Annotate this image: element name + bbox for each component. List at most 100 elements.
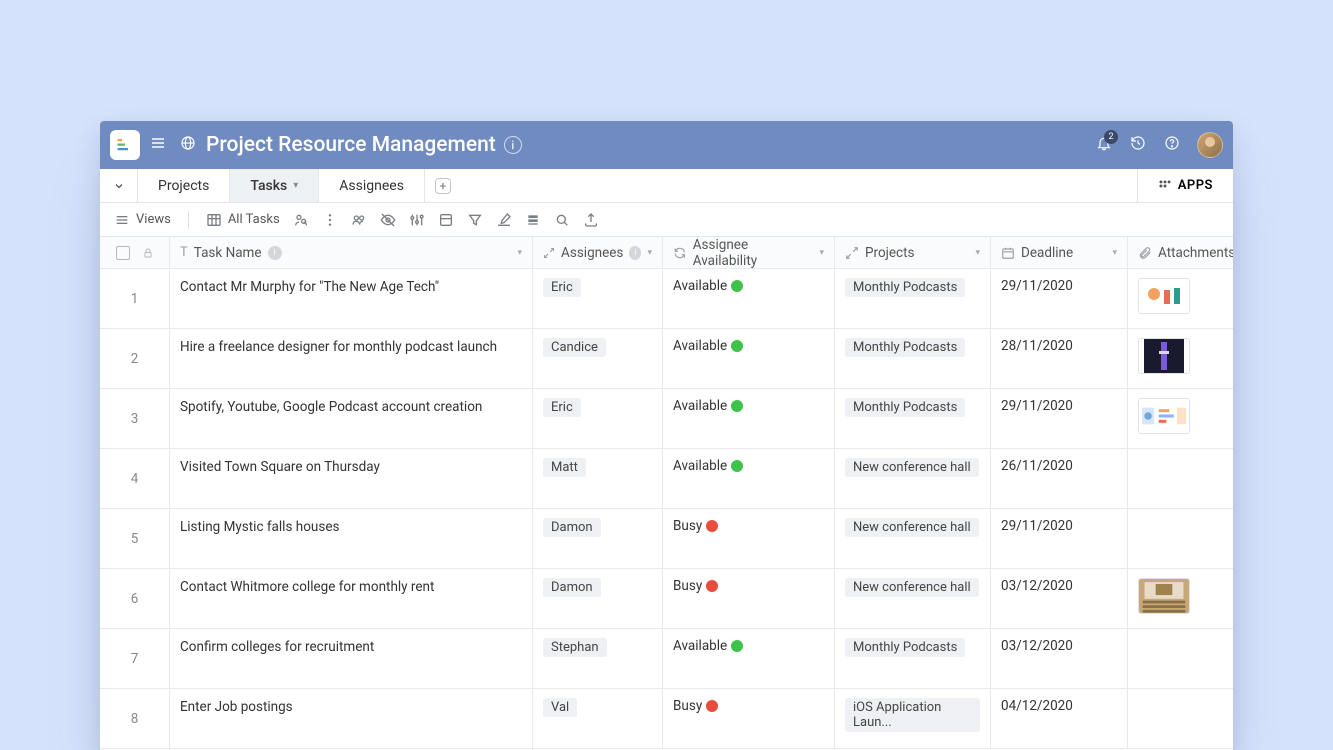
project-chip[interactable]: iOS Application Laun... [845, 698, 980, 732]
attachment-cell[interactable] [1128, 449, 1233, 509]
chevron-down-icon[interactable]: ▾ [293, 180, 298, 191]
assignee-cell[interactable]: Eric [533, 269, 663, 329]
row-number[interactable]: 5 [100, 509, 170, 569]
task-name-cell[interactable]: Contact Mr Murphy for "The New Age Tech" [170, 269, 533, 329]
tab-projects[interactable]: Projects [138, 169, 230, 202]
help-icon[interactable] [1164, 135, 1180, 155]
column-header-projects[interactable]: Projects ▾ [835, 237, 991, 269]
globe-icon[interactable] [180, 135, 196, 155]
deadline-cell[interactable]: 29/11/2020 [991, 269, 1128, 329]
hide-icon[interactable] [380, 212, 396, 228]
deadline-cell[interactable]: 26/11/2020 [991, 449, 1128, 509]
paint-icon[interactable] [496, 212, 512, 228]
assignee-cell[interactable]: Matt [533, 449, 663, 509]
column-header-rowselect[interactable] [100, 237, 170, 269]
project-chip[interactable]: Monthly Podcasts [845, 338, 965, 357]
deadline-cell[interactable]: 03/12/2020 [991, 569, 1128, 629]
project-chip[interactable]: Monthly Podcasts [845, 398, 965, 417]
more-icon[interactable] [322, 212, 338, 228]
deadline-cell[interactable]: 29/11/2020 [991, 509, 1128, 569]
project-cell[interactable]: Monthly Podcasts [835, 629, 991, 689]
assignee-chip[interactable]: Damon [543, 578, 601, 597]
attachment-cell[interactable] [1128, 509, 1233, 569]
assignee-cell[interactable]: Candice [533, 329, 663, 389]
project-cell[interactable]: New conference hall [835, 569, 991, 629]
chevron-down-icon[interactable]: ▾ [517, 248, 522, 258]
chevron-down-icon[interactable]: ▾ [819, 248, 824, 258]
assignee-chip[interactable]: Eric [543, 398, 581, 417]
attachment-thumbnail[interactable] [1138, 578, 1190, 614]
attachment-cell[interactable] [1128, 269, 1233, 329]
attachment-thumbnail[interactable] [1138, 398, 1190, 434]
deadline-cell[interactable]: 29/11/2020 [991, 389, 1128, 449]
history-icon[interactable] [1130, 135, 1146, 155]
attachment-thumbnail[interactable] [1138, 338, 1190, 374]
views-menu[interactable]: Views [114, 212, 171, 228]
project-cell[interactable]: New conference hall [835, 449, 991, 509]
column-header-attachments[interactable]: Attachments i ▾ [1128, 237, 1233, 269]
filter-icon[interactable] [467, 212, 483, 228]
row-number[interactable]: 7 [100, 629, 170, 689]
avatar[interactable] [1197, 132, 1223, 158]
assignee-cell[interactable]: Stephan [533, 629, 663, 689]
project-chip[interactable]: New conference hall [845, 578, 979, 597]
search-icon[interactable] [554, 212, 570, 228]
task-name-cell[interactable]: Enter Job postings [170, 689, 533, 749]
tab-assignees[interactable]: Assignees [319, 169, 425, 202]
project-cell[interactable]: iOS Application Laun... [835, 689, 991, 749]
availability-cell[interactable]: Available [663, 629, 835, 689]
task-name-cell[interactable]: Spotify, Youtube, Google Podcast account… [170, 389, 533, 449]
row-number[interactable]: 4 [100, 449, 170, 509]
availability-cell[interactable]: Busy [663, 509, 835, 569]
task-name-cell[interactable]: Confirm colleges for recruitment [170, 629, 533, 689]
assignee-chip[interactable]: Damon [543, 518, 601, 537]
availability-cell[interactable]: Busy [663, 689, 835, 749]
notifications-icon[interactable]: 2 [1096, 135, 1112, 155]
assignee-chip[interactable]: Val [543, 698, 577, 717]
project-cell[interactable]: Monthly Podcasts [835, 329, 991, 389]
row-height-icon[interactable] [525, 212, 541, 228]
brand-logo[interactable] [110, 130, 140, 160]
project-chip[interactable]: Monthly Podcasts [845, 638, 965, 657]
column-header-availability[interactable]: Assignee Availability ▾ [663, 237, 835, 269]
task-name-cell[interactable]: Listing Mystic falls houses [170, 509, 533, 569]
group-icon[interactable] [351, 212, 367, 228]
assignee-chip[interactable]: Matt [543, 458, 586, 477]
assignee-chip[interactable]: Eric [543, 278, 581, 297]
availability-cell[interactable]: Available [663, 449, 835, 509]
deadline-cell[interactable]: 03/12/2020 [991, 629, 1128, 689]
project-chip[interactable]: Monthly Podcasts [845, 278, 965, 297]
project-cell[interactable]: Monthly Podcasts [835, 269, 991, 329]
attachment-cell[interactable] [1128, 389, 1233, 449]
row-number[interactable]: 2 [100, 329, 170, 389]
add-tab-button[interactable]: + [425, 169, 461, 202]
availability-cell[interactable]: Available [663, 389, 835, 449]
settings-icon[interactable] [409, 212, 425, 228]
info-icon[interactable]: i [504, 136, 522, 154]
assignee-chip[interactable]: Candice [543, 338, 606, 357]
assignee-cell[interactable]: Damon [533, 569, 663, 629]
attachment-cell[interactable] [1128, 689, 1233, 749]
availability-cell[interactable]: Available [663, 269, 835, 329]
project-chip[interactable]: New conference hall [845, 458, 979, 477]
assignee-cell[interactable]: Val [533, 689, 663, 749]
attachment-cell[interactable] [1128, 329, 1233, 389]
chevron-down-icon[interactable]: ▾ [1112, 248, 1117, 258]
task-name-cell[interactable]: Visited Town Square on Thursday [170, 449, 533, 509]
row-number[interactable]: 1 [100, 269, 170, 329]
apps-button[interactable]: APPS [1137, 169, 1233, 202]
availability-cell[interactable]: Busy [663, 569, 835, 629]
attachment-cell[interactable] [1128, 629, 1233, 689]
assignee-chip[interactable]: Stephan [543, 638, 607, 657]
attachment-cell[interactable] [1128, 569, 1233, 629]
attachment-thumbnail[interactable] [1138, 278, 1190, 314]
view-selector[interactable]: All Tasks [206, 212, 280, 228]
select-all-checkbox[interactable] [116, 246, 130, 260]
deadline-cell[interactable]: 04/12/2020 [991, 689, 1128, 749]
project-chip[interactable]: New conference hall [845, 518, 979, 537]
tab-tasks[interactable]: Tasks ▾ [230, 169, 319, 202]
project-cell[interactable]: New conference hall [835, 509, 991, 569]
column-header-deadline[interactable]: Deadline ▾ [991, 237, 1128, 269]
assignee-cell[interactable]: Damon [533, 509, 663, 569]
row-number[interactable]: 3 [100, 389, 170, 449]
